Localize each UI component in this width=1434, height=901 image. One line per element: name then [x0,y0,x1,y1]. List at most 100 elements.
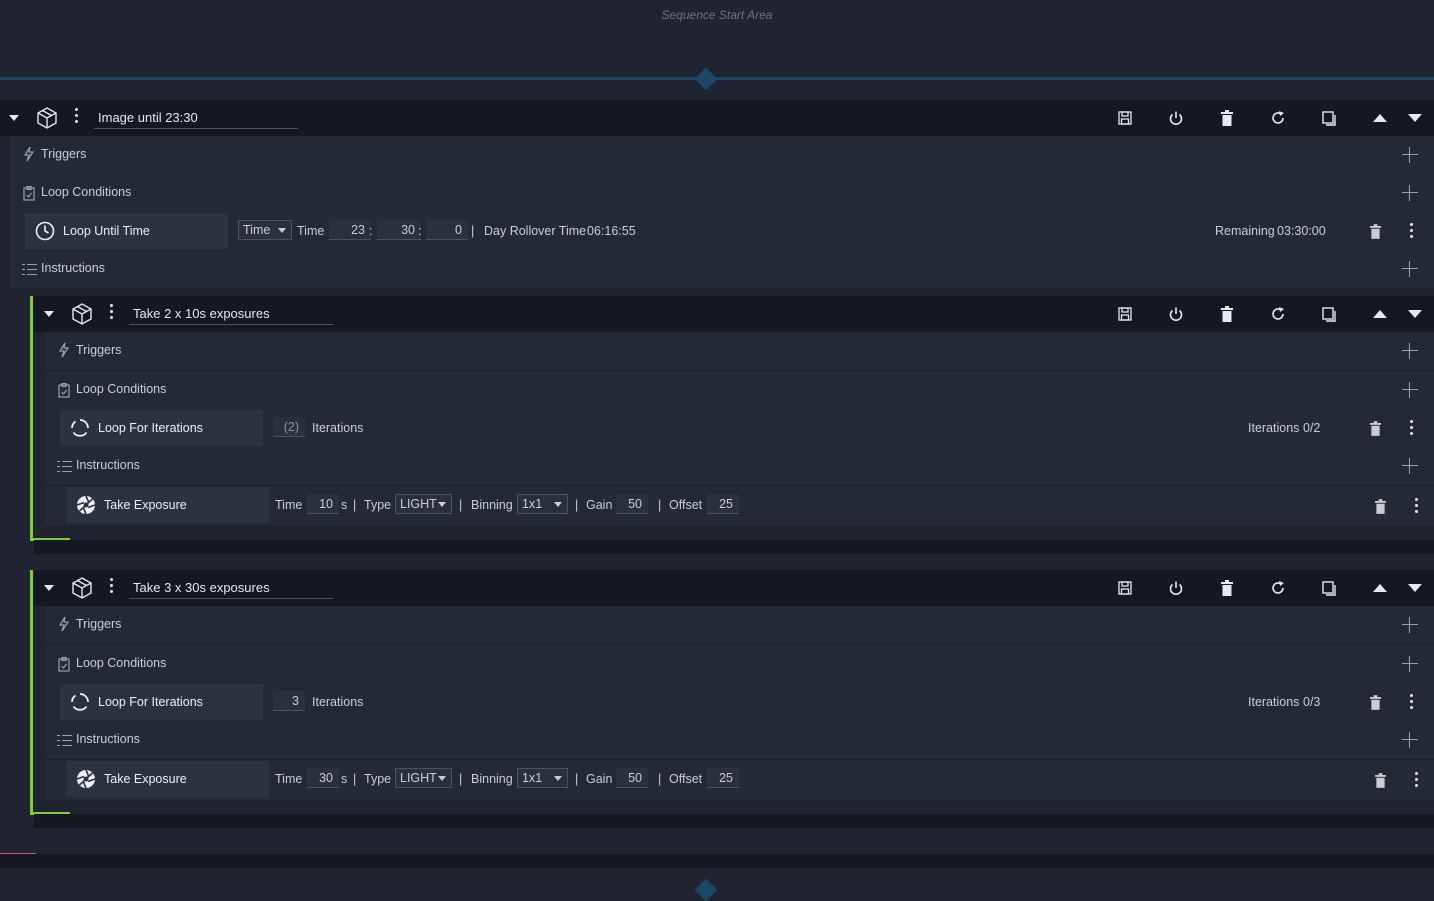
exposure-time-input[interactable]: 10 [307,494,339,514]
add-trigger-icon[interactable] [1402,343,1418,359]
exposure-time-input[interactable]: 30 [307,768,339,788]
block-name-input[interactable]: Take 2 x 10s exposures [129,304,333,325]
loop-until-time-label: Loop Until Time [63,224,150,238]
trash-icon[interactable] [1218,109,1236,127]
time-separator: : [369,224,373,238]
field-separator: | [459,772,463,786]
loop-icon [71,693,89,711]
loop-for-iterations-label: Loop For Iterations [98,421,203,435]
hours-input[interactable]: 23 [329,220,371,240]
container-header: Image until 23:30 [0,100,1434,136]
offset-input[interactable]: 25 [707,768,739,788]
take-exposure-item[interactable]: Take Exposure [66,761,269,797]
gain-input[interactable]: 50 [616,768,648,788]
take-exposure-label: Take Exposure [104,772,187,786]
collapse-chevron-icon[interactable] [42,582,56,594]
trash-icon[interactable] [1368,693,1382,711]
field-separator: | [575,772,579,786]
item-menu-icon[interactable] [1415,772,1419,790]
add-loop-condition-icon[interactable] [1402,656,1418,672]
iterations-progress-value: 0/2 [1303,421,1321,435]
binning-select[interactable]: 1x1 [517,768,568,788]
add-trigger-icon[interactable] [1402,147,1418,163]
block-loop-conditions-row: Loop Conditions [45,645,1434,684]
iterations-input[interactable]: 3 [273,691,305,711]
move-up-icon[interactable] [1372,308,1388,320]
seconds-input[interactable]: 0 [426,220,468,240]
trash-icon[interactable] [1218,305,1236,323]
instructions-label: Instructions [41,261,105,275]
collapse-chevron-icon[interactable] [7,112,21,124]
reset-icon[interactable] [1269,109,1287,127]
trash-icon[interactable] [1373,497,1387,515]
item-menu-icon[interactable] [1410,223,1414,241]
image-type-select[interactable]: LIGHT [395,494,452,514]
binning-label: Binning [471,772,513,786]
loop-icon [71,419,89,437]
type-label: Type [364,498,392,512]
loop-for-iterations-label: Loop For Iterations [98,695,203,709]
power-icon[interactable] [1167,305,1185,323]
power-icon[interactable] [1167,579,1185,597]
add-loop-condition-icon[interactable] [1402,185,1418,201]
clipboard-icon [57,656,71,672]
container-menu-icon[interactable] [110,578,114,596]
instructions-label: Instructions [76,458,140,472]
outer-triggers-row: Triggers [10,136,1434,175]
block-triggers-row: Triggers [45,332,1434,371]
loop-for-iterations-item[interactable]: Loop For Iterations [60,410,263,446]
add-instruction-icon[interactable] [1402,261,1418,277]
trash-icon[interactable] [1368,222,1382,240]
item-menu-icon[interactable] [1410,420,1414,438]
duplicate-icon[interactable] [1320,579,1338,597]
save-icon[interactable] [1116,109,1134,127]
take-exposure-row: Take Exposure Time 10 s | Type LIGHT | B… [45,486,1434,527]
sequence-start-area[interactable]: Sequence Start Area [0,0,1434,100]
move-down-icon[interactable] [1407,112,1423,124]
add-instruction-icon[interactable] [1402,458,1418,474]
save-icon[interactable] [1116,579,1134,597]
save-icon[interactable] [1116,305,1134,323]
binning-select[interactable]: 1x1 [517,494,568,514]
item-menu-icon[interactable] [1410,694,1414,712]
gain-input[interactable]: 50 [616,494,648,514]
add-trigger-icon[interactable] [1402,617,1418,633]
time-mode-select[interactable]: Time [238,220,292,240]
loop-until-time-item[interactable]: Loop Until Time [25,213,228,249]
image-type-select[interactable]: LIGHT [395,768,452,788]
reset-icon[interactable] [1269,579,1287,597]
loop-for-iterations-item[interactable]: Loop For Iterations [60,684,263,720]
move-down-icon[interactable] [1407,308,1423,320]
container-name-input[interactable]: Image until 23:30 [94,108,298,129]
offset-input[interactable]: 25 [707,494,739,514]
triggers-label: Triggers [41,147,87,161]
gain-label: Gain [586,772,613,786]
duplicate-icon[interactable] [1320,109,1338,127]
move-down-icon[interactable] [1407,582,1423,594]
trash-icon[interactable] [1368,419,1382,437]
collapse-chevron-icon[interactable] [42,308,56,320]
loop-conditions-label: Loop Conditions [41,185,132,199]
time-label: Time [297,224,325,238]
container-menu-icon[interactable] [110,304,114,322]
trash-icon[interactable] [1218,579,1236,597]
reset-icon[interactable] [1269,305,1287,323]
loop-conditions-label: Loop Conditions [76,656,167,670]
move-up-icon[interactable] [1372,582,1388,594]
block-name-input[interactable]: Take 3 x 30s exposures [129,578,333,599]
item-menu-icon[interactable] [1415,498,1419,516]
minutes-input[interactable]: 30 [377,220,421,240]
duplicate-icon[interactable] [1320,305,1338,323]
move-up-icon[interactable] [1372,112,1388,124]
take-exposure-item[interactable]: Take Exposure [66,487,269,523]
add-instruction-icon[interactable] [1402,732,1418,748]
outer-end-bar [0,854,1434,868]
field-separator: | [353,498,357,512]
iterations-input[interactable]: (2) [273,417,305,437]
remaining-label: Remaining [1215,224,1275,238]
trash-icon[interactable] [1373,771,1387,789]
container-menu-icon[interactable] [75,108,79,126]
add-loop-condition-icon[interactable] [1402,382,1418,398]
power-icon[interactable] [1167,109,1185,127]
block-loop-conditions-row: Loop Conditions [45,371,1434,410]
